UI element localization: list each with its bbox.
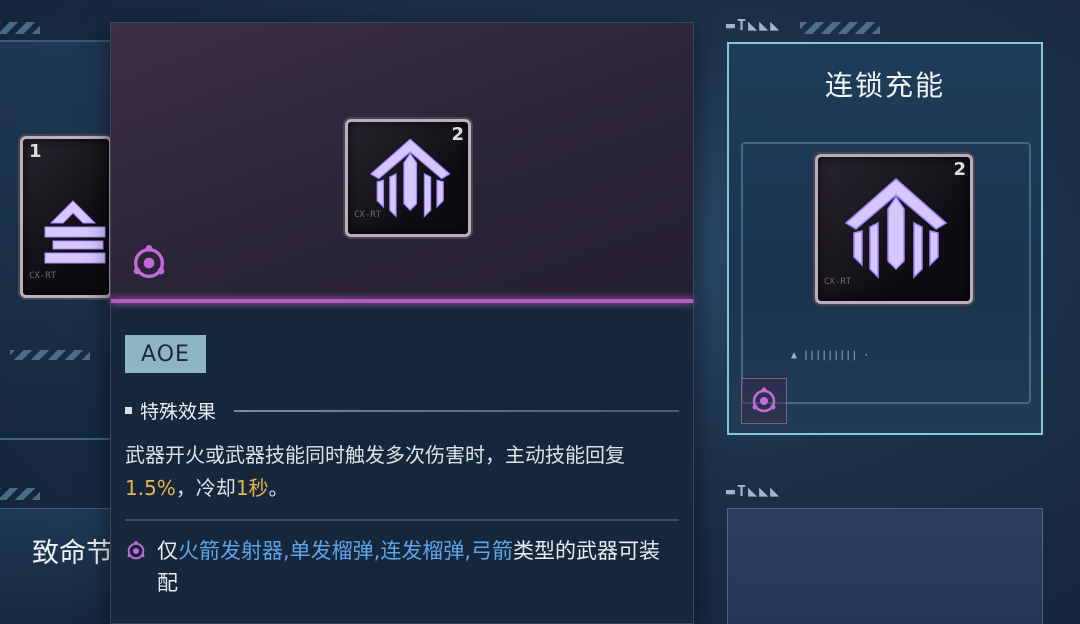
section-title-row: 特殊效果: [125, 397, 679, 424]
deco-stripes-left: [0, 22, 40, 34]
module-title: 连锁充能: [824, 69, 945, 102]
equip-text: 仅火箭发射器,单发榴弹,连发榴弹,弓箭类型的武器可装配: [157, 535, 675, 599]
module-card-right-lower[interactable]: [727, 508, 1043, 624]
bullet-square-icon: [125, 407, 132, 414]
deco-code-right-lower: ▬T◣◣◣: [726, 482, 782, 500]
deco-stripes-card-left: [10, 350, 90, 360]
rarity-bar: [111, 299, 693, 303]
hexagon-core-icon[interactable]: [741, 378, 787, 424]
module-title: 致命节: [32, 538, 113, 569]
equip-prefix: 仅: [157, 539, 178, 563]
module-card-bottom-left[interactable]: 致命节: [0, 508, 120, 624]
desc-text: ，冷却: [175, 476, 236, 500]
deco-stripes-left-lower: [0, 488, 40, 500]
module-tooltip: 2 CX-RT AOE 特殊效果 武器开火或武器技能同时触发多次伤害时，主动技能…: [110, 22, 694, 624]
desc-text: 武器开火或武器技能同时触发多次伤害时，主动技能回复: [125, 443, 625, 467]
tooltip-icon-frame: 2 CX-RT: [345, 119, 471, 237]
equip-weapon-types: 火箭发射器,单发榴弹,连发榴弹,弓箭: [178, 539, 514, 563]
tooltip-header: 2 CX-RT: [111, 23, 693, 303]
module-icon-frame-right: 2 CX-RT: [815, 154, 973, 304]
module-icon-frame-left: 1 CX-RT: [20, 136, 112, 298]
item-tag: CX-RT: [354, 210, 382, 220]
deco-code-right: ▬T◣◣◣: [726, 16, 782, 34]
module-card-left[interactable]: 1 CX-RT: [0, 40, 120, 440]
item-tag: CX-RT: [824, 277, 852, 287]
deco-stripes-right: [800, 22, 880, 34]
section-title: 特殊效果: [140, 401, 217, 423]
hexagon-core-icon: [127, 541, 145, 560]
section-divider: [234, 409, 679, 412]
desc-highlight-value: 1.5%: [125, 476, 176, 500]
hexagon-core-icon: [133, 245, 165, 278]
module-card-selected[interactable]: 连锁充能 2 CX-RT ▲ ||||||||| ·: [727, 42, 1043, 435]
divider: [125, 519, 679, 521]
tag-badge: AOE: [125, 335, 206, 373]
equip-restriction: 仅火箭发射器,单发榴弹,连发榴弹,弓箭类型的武器可装配: [125, 535, 675, 599]
effect-description: 武器开火或武器技能同时触发多次伤害时，主动技能回复 1.5%，冷却1秒。: [125, 439, 670, 505]
module-code: ▲ ||||||||| ·: [791, 350, 870, 361]
item-tag: CX-RT: [29, 271, 57, 281]
desc-highlight-value: 1秒: [235, 476, 269, 500]
desc-text: 。: [268, 476, 289, 500]
